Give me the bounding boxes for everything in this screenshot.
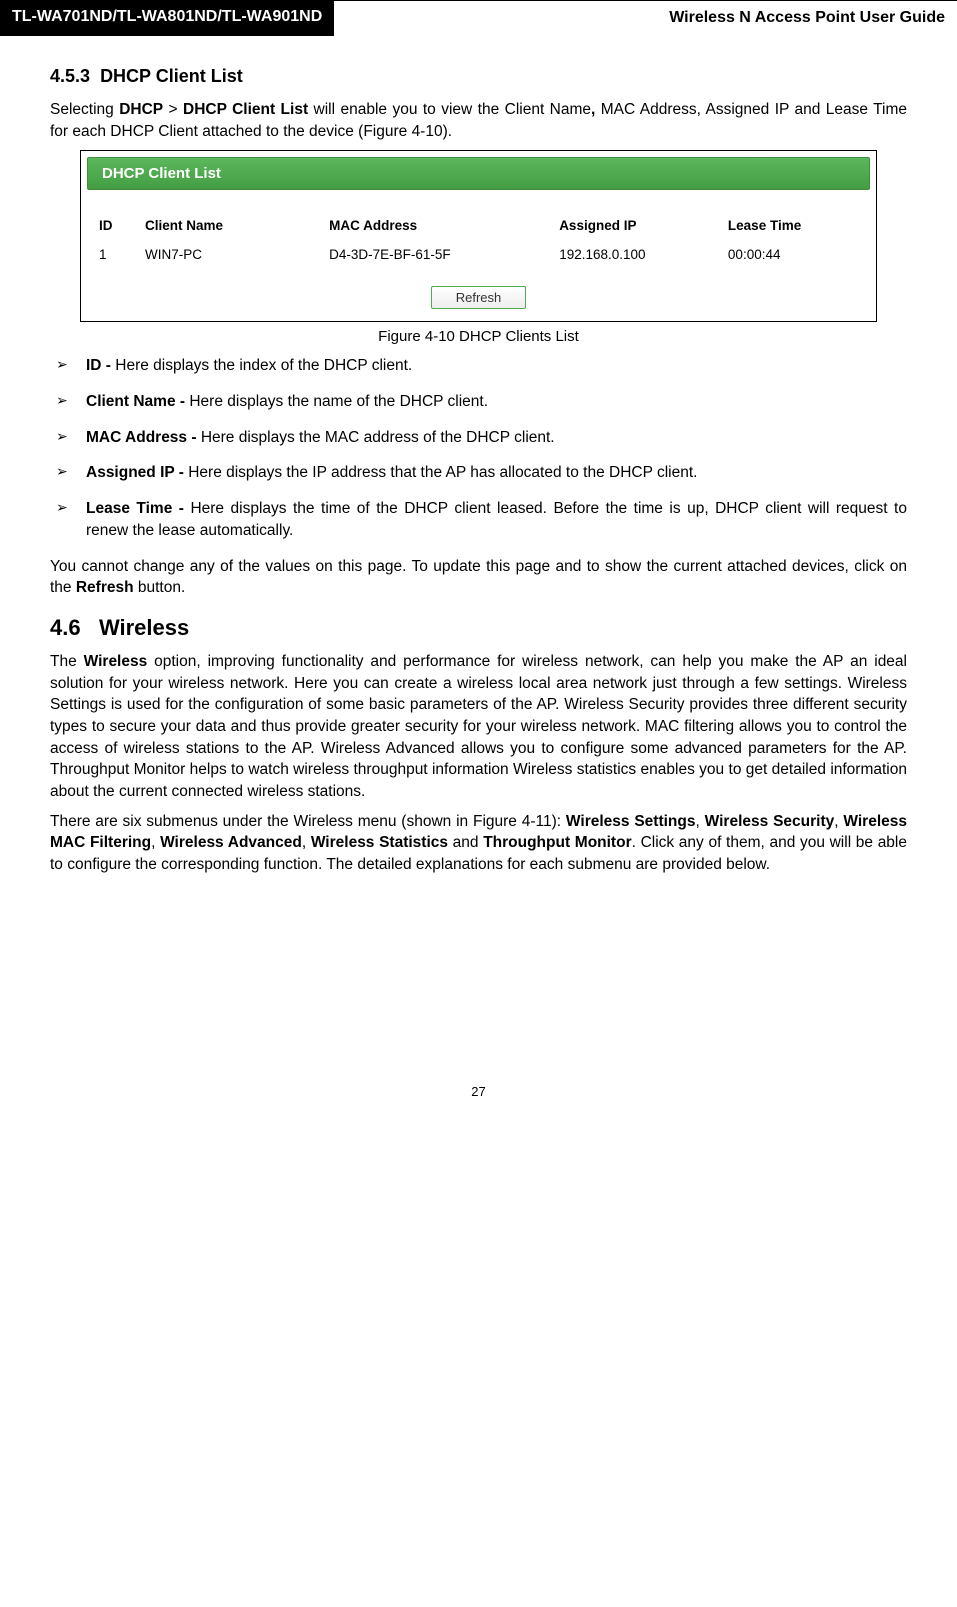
desc: Here displays the time of the DHCP clien… [86,500,907,539]
col-mac: MAC Address [325,212,555,243]
bold-text: Throughput Monitor [483,834,631,851]
term: Assigned IP - [86,464,188,481]
section-453-heading: 4.5.3 DHCP Client List [50,66,907,87]
refresh-note: You cannot change any of the values on t… [50,556,907,599]
text: , [834,813,843,830]
list-item: MAC Address - Here displays the MAC addr… [50,427,907,449]
table-header-row: ID Client Name MAC Address Assigned IP L… [95,212,862,243]
section-46-heading: 4.6 Wireless [50,615,907,641]
dhcp-client-list-header: DHCP Client List [87,157,870,190]
desc: Here displays the IP address that the AP… [188,464,697,481]
list-item: Lease Time - Here displays the time of t… [50,498,907,541]
page-header: TL-WA701ND/TL-WA801ND/TL-WA901ND Wireles… [0,0,957,36]
wireless-p1: The Wireless option, improving functiona… [50,651,907,803]
cell-lease: 00:00:44 [724,243,862,280]
text: and [448,834,483,851]
col-name: Client Name [141,212,325,243]
bold-text: Refresh [76,579,134,596]
text: > [163,101,183,118]
wireless-p2: There are six submenus under the Wireles… [50,811,907,876]
term: ID - [86,357,115,374]
term: Client Name - [86,393,189,410]
desc: Here displays the index of the DHCP clie… [115,357,412,374]
desc: Here displays the name of the DHCP clien… [189,393,488,410]
header-model: TL-WA701ND/TL-WA801ND/TL-WA901ND [0,0,334,36]
client-table: ID Client Name MAC Address Assigned IP L… [95,212,862,280]
refresh-button[interactable]: Refresh [431,286,527,309]
cell-mac: D4-3D-7E-BF-61-5F [325,243,555,280]
bold-text: Wireless Advanced [160,834,302,851]
client-table-area: ID Client Name MAC Address Assigned IP L… [87,212,870,309]
text: , [302,834,311,851]
section-453-intro: Selecting DHCP > DHCP Client List will e… [50,99,907,142]
table-row: 1 WIN7-PC D4-3D-7E-BF-61-5F 192.168.0.10… [95,243,862,280]
cell-name: WIN7-PC [141,243,325,280]
cell-id: 1 [95,243,141,280]
section-number: 4.6 [50,615,81,640]
bold-text: DHCP [119,101,163,118]
col-ip: Assigned IP [555,212,724,243]
text: option, improving functionality and perf… [50,653,907,800]
text: , [151,834,160,851]
header-title: Wireless N Access Point User Guide [334,0,957,36]
text: The [50,653,84,670]
field-descriptions: ID - Here displays the index of the DHCP… [50,355,907,541]
desc: Here displays the MAC address of the DHC… [201,429,555,446]
figure-caption: Figure 4-10 DHCP Clients List [50,328,907,345]
bold-text: Wireless Settings [566,813,696,830]
bold-text: DHCP Client List [183,101,308,118]
list-item: ID - Here displays the index of the DHCP… [50,355,907,377]
text: , [695,813,704,830]
bold-text: Wireless [84,653,148,670]
text: will enable you to view the Client Name [308,101,591,118]
page-number: 27 [0,1084,957,1119]
bold-text: Wireless Security [705,813,835,830]
term: Lease Time - [86,500,190,517]
refresh-row: Refresh [95,286,862,309]
term: MAC Address - [86,429,201,446]
section-title: DHCP Client List [100,66,243,86]
page-content: 4.5.3 DHCP Client List Selecting DHCP > … [0,36,957,904]
text: Selecting [50,101,119,118]
figure-4-10: DHCP Client List ID Client Name MAC Addr… [80,150,877,322]
col-lease: Lease Time [724,212,862,243]
section-title: Wireless [99,615,189,640]
col-id: ID [95,212,141,243]
list-item: Assigned IP - Here displays the IP addre… [50,462,907,484]
text: button. [134,579,186,596]
cell-ip: 192.168.0.100 [555,243,724,280]
bold-text: Wireless Statistics [311,834,448,851]
list-item: Client Name - Here displays the name of … [50,391,907,413]
section-number: 4.5.3 [50,66,90,86]
text: There are six submenus under the Wireles… [50,813,566,830]
